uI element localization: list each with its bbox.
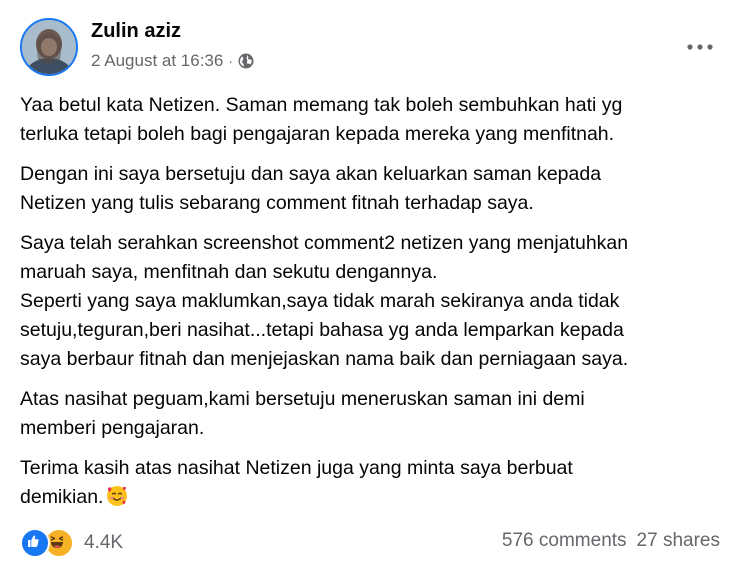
text-line: Saya telah serahkan screenshot comment2 …	[20, 232, 629, 254]
post-paragraph: Saya telah serahkan screenshot comment2 …	[20, 229, 720, 374]
text-line: Yaa betul kata Netizen. Saman memang tak…	[20, 94, 623, 116]
reaction-count: 4.4K	[84, 532, 124, 553]
text-line-with-emoji: demikian.	[20, 483, 720, 512]
avatar-image	[22, 20, 76, 74]
post-footer: 4.4K 576 comments 27 shares	[20, 528, 720, 560]
text-line: setuju,teguran,beri nasihat...tetapi bah…	[20, 319, 624, 341]
author-name[interactable]: Zulin aziz	[91, 20, 181, 43]
comments-count-link[interactable]: 576 comments	[502, 530, 627, 552]
avatar[interactable]	[20, 18, 78, 76]
more-options-button[interactable]	[680, 31, 720, 63]
text-line: memberi pengajaran.	[20, 417, 205, 439]
text-line: Netizen yang tulis sebarang comment fitn…	[20, 192, 534, 214]
text-line: demikian.	[20, 486, 104, 508]
post-meta: 2 August at 16:36 ·	[91, 51, 254, 71]
text-line: Terima kasih atas nasihat Netizen juga y…	[20, 457, 573, 479]
reactions-summary[interactable]: 4.4K	[20, 528, 123, 558]
post-body: Yaa betul kata Netizen. Saman memang tak…	[20, 91, 720, 523]
more-dots-icon	[687, 44, 713, 50]
like-icon	[20, 528, 50, 558]
post-paragraph: Dengan ini saya bersetuju dan saya akan …	[20, 160, 720, 218]
post-timestamp[interactable]: 2 August at 16:36	[91, 51, 223, 71]
text-line: Atas nasihat peguam,kami bersetuju mener…	[20, 388, 585, 410]
text-line: maruah saya, menfitnah dan sekutu dengan…	[20, 261, 438, 283]
facebook-post: Zulin aziz 2 August at 16:36 · Yaa betul…	[0, 0, 737, 563]
shares-count-link[interactable]: 27 shares	[637, 530, 720, 552]
post-paragraph: Yaa betul kata Netizen. Saman memang tak…	[20, 91, 720, 149]
text-line: saya berbaur fitnah dan menjejaskan nama…	[20, 348, 629, 370]
post-paragraph: Terima kasih atas nasihat Netizen juga y…	[20, 454, 720, 512]
text-line: Seperti yang saya maklumkan,saya tidak m…	[20, 290, 620, 312]
meta-separator: ·	[228, 53, 234, 69]
text-line: terluka tetapi boleh bagi pengajaran kep…	[20, 123, 615, 145]
smiling-face-with-hearts-emoji	[106, 485, 128, 507]
post-paragraph: Atas nasihat peguam,kami bersetuju mener…	[20, 385, 720, 443]
text-line: Dengan ini saya bersetuju dan saya akan …	[20, 163, 602, 185]
engagement-stats: 576 comments 27 shares	[502, 530, 720, 552]
post-header: Zulin aziz 2 August at 16:36 ·	[20, 18, 720, 78]
globe-icon[interactable]	[238, 53, 254, 69]
